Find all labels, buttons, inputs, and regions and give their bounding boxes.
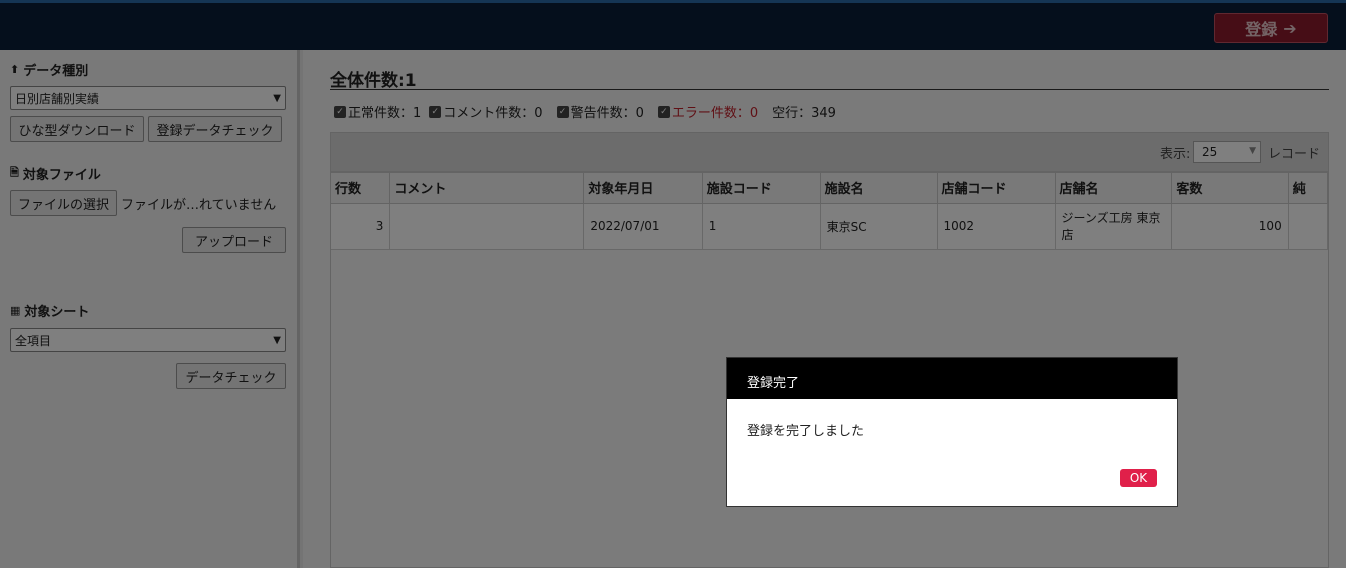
completion-dialog: 登録完了 登録を完了しました OK [726,357,1178,507]
dialog-message: 登録を完了しました [747,424,865,439]
ok-button[interactable]: OK [1120,469,1157,487]
dialog-title: 登録完了 [727,358,1177,399]
